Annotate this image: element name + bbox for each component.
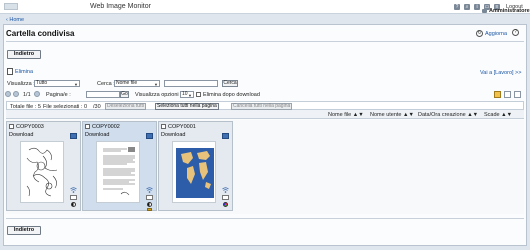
document-info-icon[interactable] <box>146 133 153 139</box>
page-title: Cartella condivisa <box>6 29 75 38</box>
view-options-value: 10 <box>182 91 188 97</box>
thumbnail-view-icon[interactable] <box>494 91 501 98</box>
color-mode-icon <box>223 202 228 207</box>
search-icon[interactable]: ⌕ <box>464 4 470 10</box>
search-field-select[interactable]: Nome file ▼ <box>114 80 160 87</box>
sort-date[interactable]: Data/Ora creazione ▲▼ <box>418 112 478 118</box>
page-current: 1/1 <box>23 92 31 98</box>
info-icon[interactable]: i <box>474 4 480 10</box>
copy-icon <box>70 195 77 200</box>
sort-expiry[interactable]: Scade ▲▼ <box>484 112 512 118</box>
divider <box>6 41 524 42</box>
sort-bar: Nome file ▲▼ Nome utente ▲▼ Data/Ora cre… <box>6 110 524 119</box>
back-button[interactable]: Indietro <box>7 226 41 235</box>
go-button[interactable]: Go <box>120 91 129 98</box>
document-name: COPY0001 <box>168 124 196 130</box>
deselect-all-button[interactable]: Deseleziona tutti <box>105 103 146 110</box>
app-title: Web Image Monitor <box>90 3 151 10</box>
document-thumbnail[interactable] <box>96 141 140 203</box>
wifi-icon <box>70 187 77 193</box>
search-label: Cerca : <box>97 81 115 87</box>
top-bar: Web Image Monitor ? ⌕ i ▭ ≡ Logout Ammin… <box>0 0 530 14</box>
delete-after-download-checkbox[interactable] <box>196 92 201 97</box>
view-select-value: Tutto <box>36 80 48 86</box>
copy-icon <box>146 195 153 200</box>
view-options-label: Visualizza opzioni : <box>135 92 182 98</box>
select-all-page-button[interactable]: Seleziona tutti nella pagina <box>155 103 219 110</box>
lock-icon <box>147 208 152 211</box>
document-name: COPY0003 <box>16 124 44 130</box>
chevron-down-icon: ▼ <box>74 82 78 87</box>
prev-page-icon[interactable] <box>13 91 19 97</box>
document-checkbox[interactable] <box>161 124 166 129</box>
back-button[interactable]: Indietro <box>7 50 41 59</box>
search-input[interactable] <box>164 80 218 87</box>
document-checkbox[interactable] <box>85 124 90 129</box>
search-field-value: Nome file <box>116 80 138 86</box>
view-label: Visualizza : <box>7 81 35 87</box>
user-icon <box>482 9 487 13</box>
refresh-icon: ↻ <box>476 30 483 37</box>
refresh-label: Aggiorna <box>485 30 508 37</box>
download-link[interactable]: Download <box>161 132 185 138</box>
document-info-icon[interactable] <box>222 133 229 139</box>
summary-bar: Totale file : 5 File selezionati : 0 /30… <box>6 101 524 110</box>
delete-label: Elimina <box>15 68 34 75</box>
copy-icon <box>222 195 229 200</box>
document-name: COPY0002 <box>92 124 120 130</box>
help-icon[interactable]: ? <box>454 4 460 10</box>
color-mode-icon <box>71 202 76 207</box>
sort-user-name[interactable]: Nome utente ▲▼ <box>370 112 414 118</box>
user-name: Amministratore <box>489 8 530 14</box>
brand-logo <box>4 3 18 10</box>
divider <box>6 218 524 219</box>
refresh-link[interactable]: ↻ Aggiorna <box>476 30 507 37</box>
documents-area: COPY0003 Download COPY0002 Download COPY… <box>6 120 524 214</box>
trash-icon <box>7 68 13 75</box>
view-select[interactable]: Tutto ▼ <box>34 80 80 87</box>
breadcrumb-home[interactable]: ‹ Home <box>6 17 24 23</box>
breadcrumb-home-label: Home <box>9 17 25 23</box>
page-label: Pagina/e : <box>46 92 71 98</box>
document-card[interactable]: COPY0003 Download <box>6 121 81 211</box>
first-page-icon[interactable] <box>5 91 11 97</box>
cancel-all-page-button[interactable]: Cancella tutti nella pagina <box>231 103 293 110</box>
delete-link[interactable]: Elimina <box>7 68 33 75</box>
document-thumbnail[interactable] <box>172 141 216 203</box>
goto-job-link[interactable]: Vai a [Lavoro] >> <box>480 70 521 76</box>
document-checkbox[interactable] <box>9 124 14 129</box>
color-mode-icon <box>147 202 152 207</box>
document-card[interactable]: COPY0001 Download <box>158 121 233 211</box>
chevron-down-icon: ▼ <box>154 82 158 87</box>
wifi-icon <box>146 187 153 193</box>
chevron-down-icon: ▼ <box>188 93 192 98</box>
download-link[interactable]: Download <box>85 132 109 138</box>
sort-file-name[interactable]: Nome file ▲▼ <box>328 112 364 118</box>
help-icon[interactable]: ? <box>512 29 519 36</box>
delete-after-download-label: Elimina dopo download <box>203 92 260 98</box>
wifi-icon <box>222 187 229 193</box>
next-page-icon[interactable] <box>34 91 40 97</box>
document-info-icon[interactable] <box>70 133 77 139</box>
list-view-icon[interactable] <box>504 91 511 98</box>
download-link[interactable]: Download <box>9 132 33 138</box>
view-options-select[interactable]: 10 ▼ <box>180 91 194 98</box>
document-thumbnail[interactable] <box>20 141 64 203</box>
detail-view-icon[interactable] <box>514 91 521 98</box>
document-card[interactable]: COPY0002 Download <box>82 121 157 211</box>
search-button[interactable]: Cerca <box>222 80 238 87</box>
page-input[interactable] <box>86 91 120 98</box>
